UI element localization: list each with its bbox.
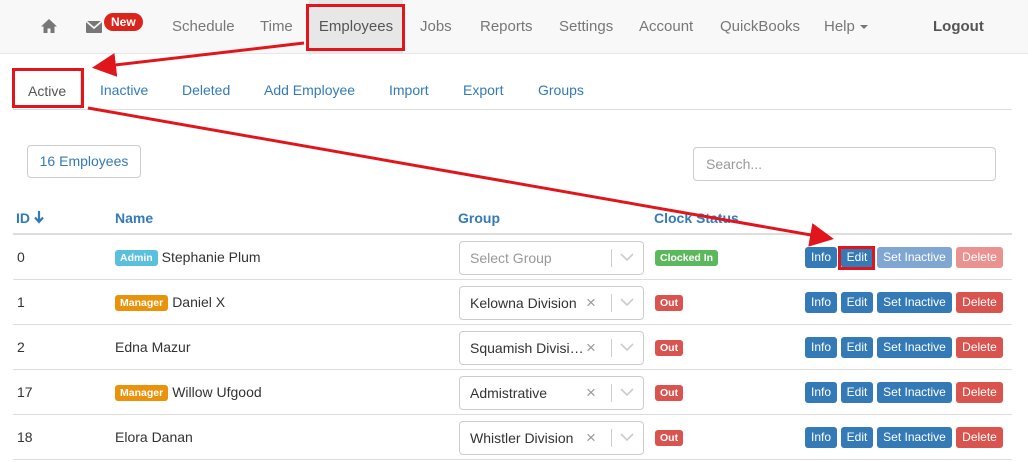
annotation-arrow	[87, 106, 834, 247]
annotation-arrow	[92, 41, 305, 77]
annotation-arrows	[87, 41, 834, 247]
